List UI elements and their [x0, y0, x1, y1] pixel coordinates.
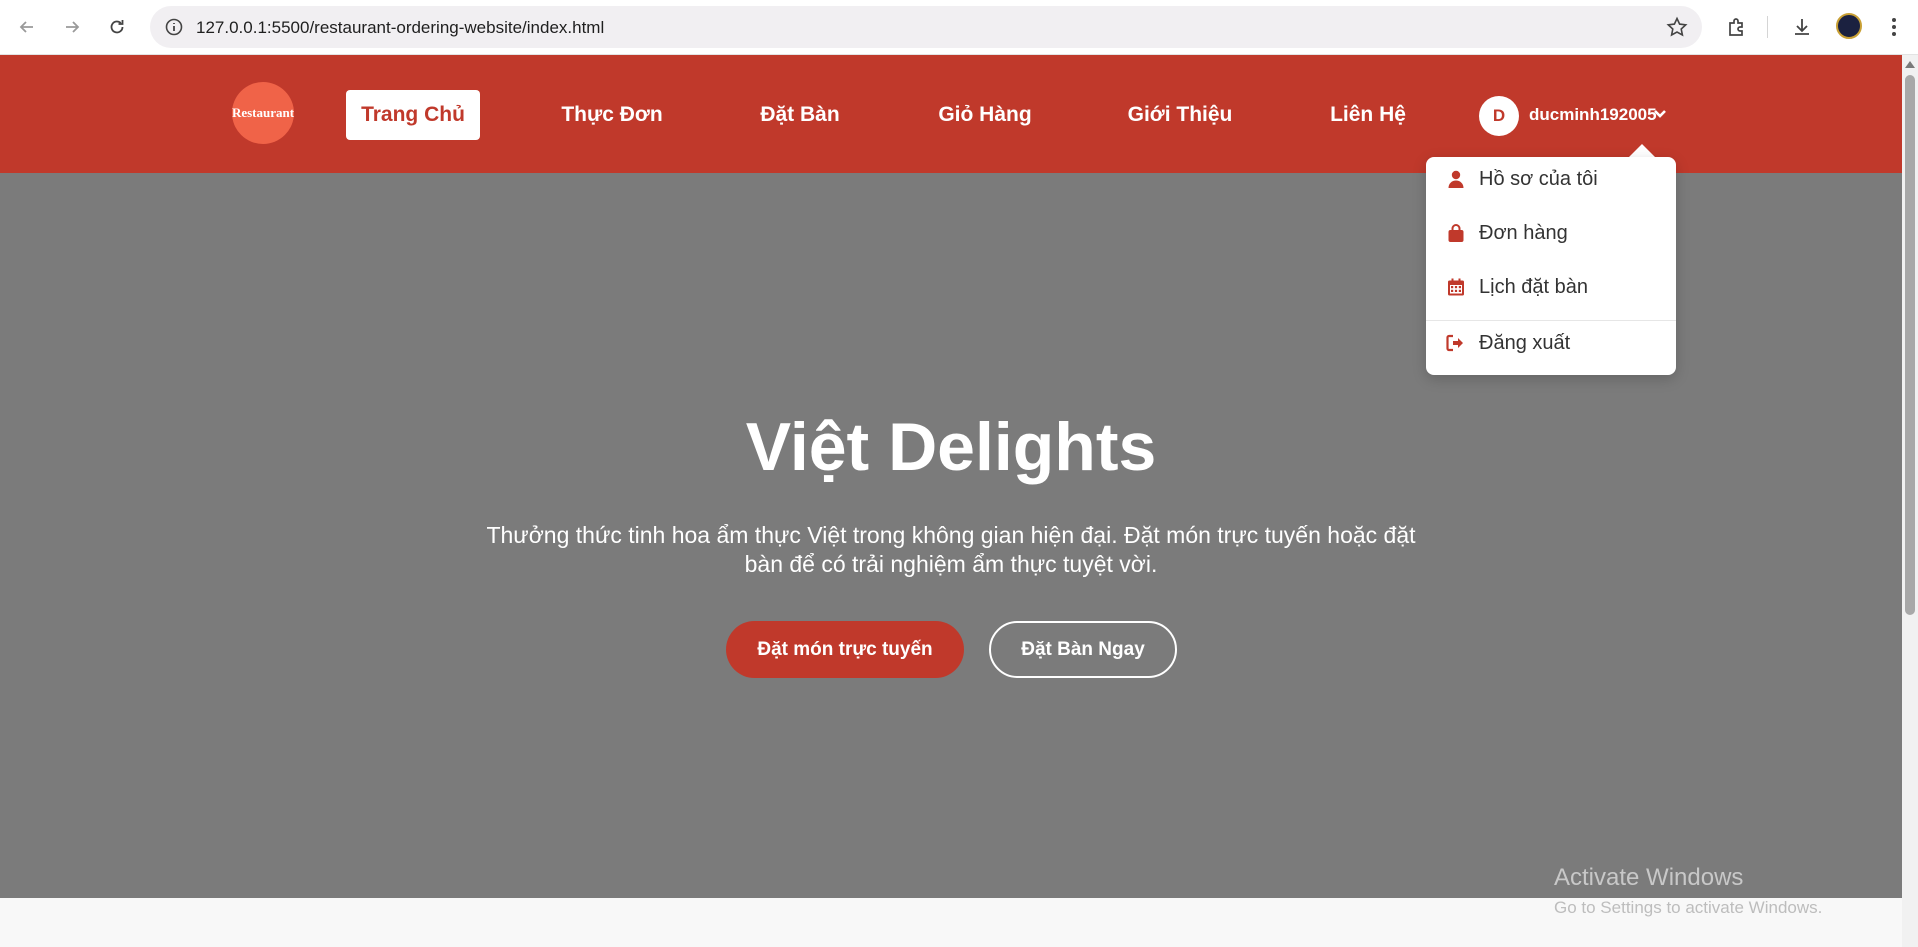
scroll-up-arrow-icon[interactable]	[1905, 61, 1915, 68]
browser-toolbar: 127.0.0.1:5500/restaurant-ordering-websi…	[0, 0, 1918, 55]
menu-item-profile[interactable]: Hồ sơ của tôi	[1426, 157, 1676, 201]
menu-item-logout[interactable]: Đăng xuất	[1426, 321, 1676, 365]
bookmark-star-icon[interactable]	[1666, 16, 1688, 38]
menu-item-label: Đơn hàng	[1479, 221, 1568, 244]
scrollbar-thumb[interactable]	[1905, 75, 1915, 615]
menu-item-label: Hồ sơ của tôi	[1479, 167, 1598, 190]
browser-menu-button[interactable]	[1880, 13, 1908, 41]
nav-home[interactable]: Trang Chủ	[346, 90, 480, 140]
sign-out-icon	[1445, 332, 1467, 354]
menu-item-label: Đăng xuất	[1479, 331, 1571, 354]
calendar-icon	[1445, 276, 1467, 298]
site-logo[interactable]: Restaurant	[232, 82, 294, 144]
arrow-right-icon	[66, 21, 80, 33]
kebab-menu-icon	[1892, 18, 1896, 36]
menu-item-reservations[interactable]: Lịch đặt bàn	[1426, 265, 1676, 309]
nav-menu[interactable]: Thực Đơn	[550, 90, 674, 140]
arrow-left-icon	[19, 21, 33, 33]
activate-windows-subtitle: Go to Settings to activate Windows.	[1554, 898, 1823, 917]
extensions-button[interactable]	[1723, 13, 1751, 41]
forward-button[interactable]	[55, 10, 89, 44]
toolbar-divider	[1767, 16, 1768, 38]
nav-about[interactable]: Giới Thiệu	[1114, 90, 1246, 140]
reload-button[interactable]	[100, 10, 134, 44]
site-info-icon[interactable]	[164, 17, 184, 37]
back-button[interactable]	[10, 10, 44, 44]
download-icon	[1795, 19, 1809, 35]
reload-icon	[110, 20, 124, 34]
profile-avatar[interactable]	[1836, 13, 1862, 39]
hero-title: Việt Delights	[745, 409, 1157, 485]
activate-windows-title: Activate Windows	[1554, 864, 1744, 891]
downloads-button[interactable]	[1788, 13, 1816, 41]
menu-item-label: Lịch đặt bàn	[1479, 275, 1588, 298]
page-viewport: Restaurant Trang Chủ Thực Đơn Đặt Bàn Gi…	[0, 55, 1902, 947]
user-avatar[interactable]: D	[1479, 96, 1519, 136]
page-scrollbar[interactable]	[1902, 55, 1918, 947]
address-bar[interactable]: 127.0.0.1:5500/restaurant-ordering-websi…	[150, 6, 1702, 48]
site-header: Restaurant Trang Chủ Thực Đơn Đặt Bàn Gi…	[0, 55, 1902, 173]
order-online-button[interactable]: Đặt món trực tuyến	[726, 621, 964, 678]
url-text[interactable]: 127.0.0.1:5500/restaurant-ordering-websi…	[196, 18, 604, 38]
nav-reservation[interactable]: Đặt Bàn	[744, 90, 856, 140]
puzzle-icon	[1729, 18, 1743, 36]
dropdown-pointer	[1628, 144, 1656, 158]
chevron-down-icon[interactable]	[1652, 108, 1668, 120]
hero-subtitle: Thưởng thức tinh hoa ẩm thực Việt trong …	[486, 522, 1416, 577]
book-table-button[interactable]: Đặt Bàn Ngay	[989, 621, 1177, 678]
nav-contact[interactable]: Liên Hệ	[1316, 90, 1420, 140]
user-icon	[1445, 168, 1467, 190]
menu-item-orders[interactable]: Đơn hàng	[1426, 211, 1676, 255]
nav-cart[interactable]: Giỏ Hàng	[926, 90, 1044, 140]
user-dropdown-menu: Hồ sơ của tôi Đơn hàng Lịch đặt bàn Đăng…	[1426, 157, 1676, 375]
shopping-bag-icon	[1445, 222, 1467, 244]
user-name[interactable]: ducminh192005	[1529, 105, 1657, 125]
